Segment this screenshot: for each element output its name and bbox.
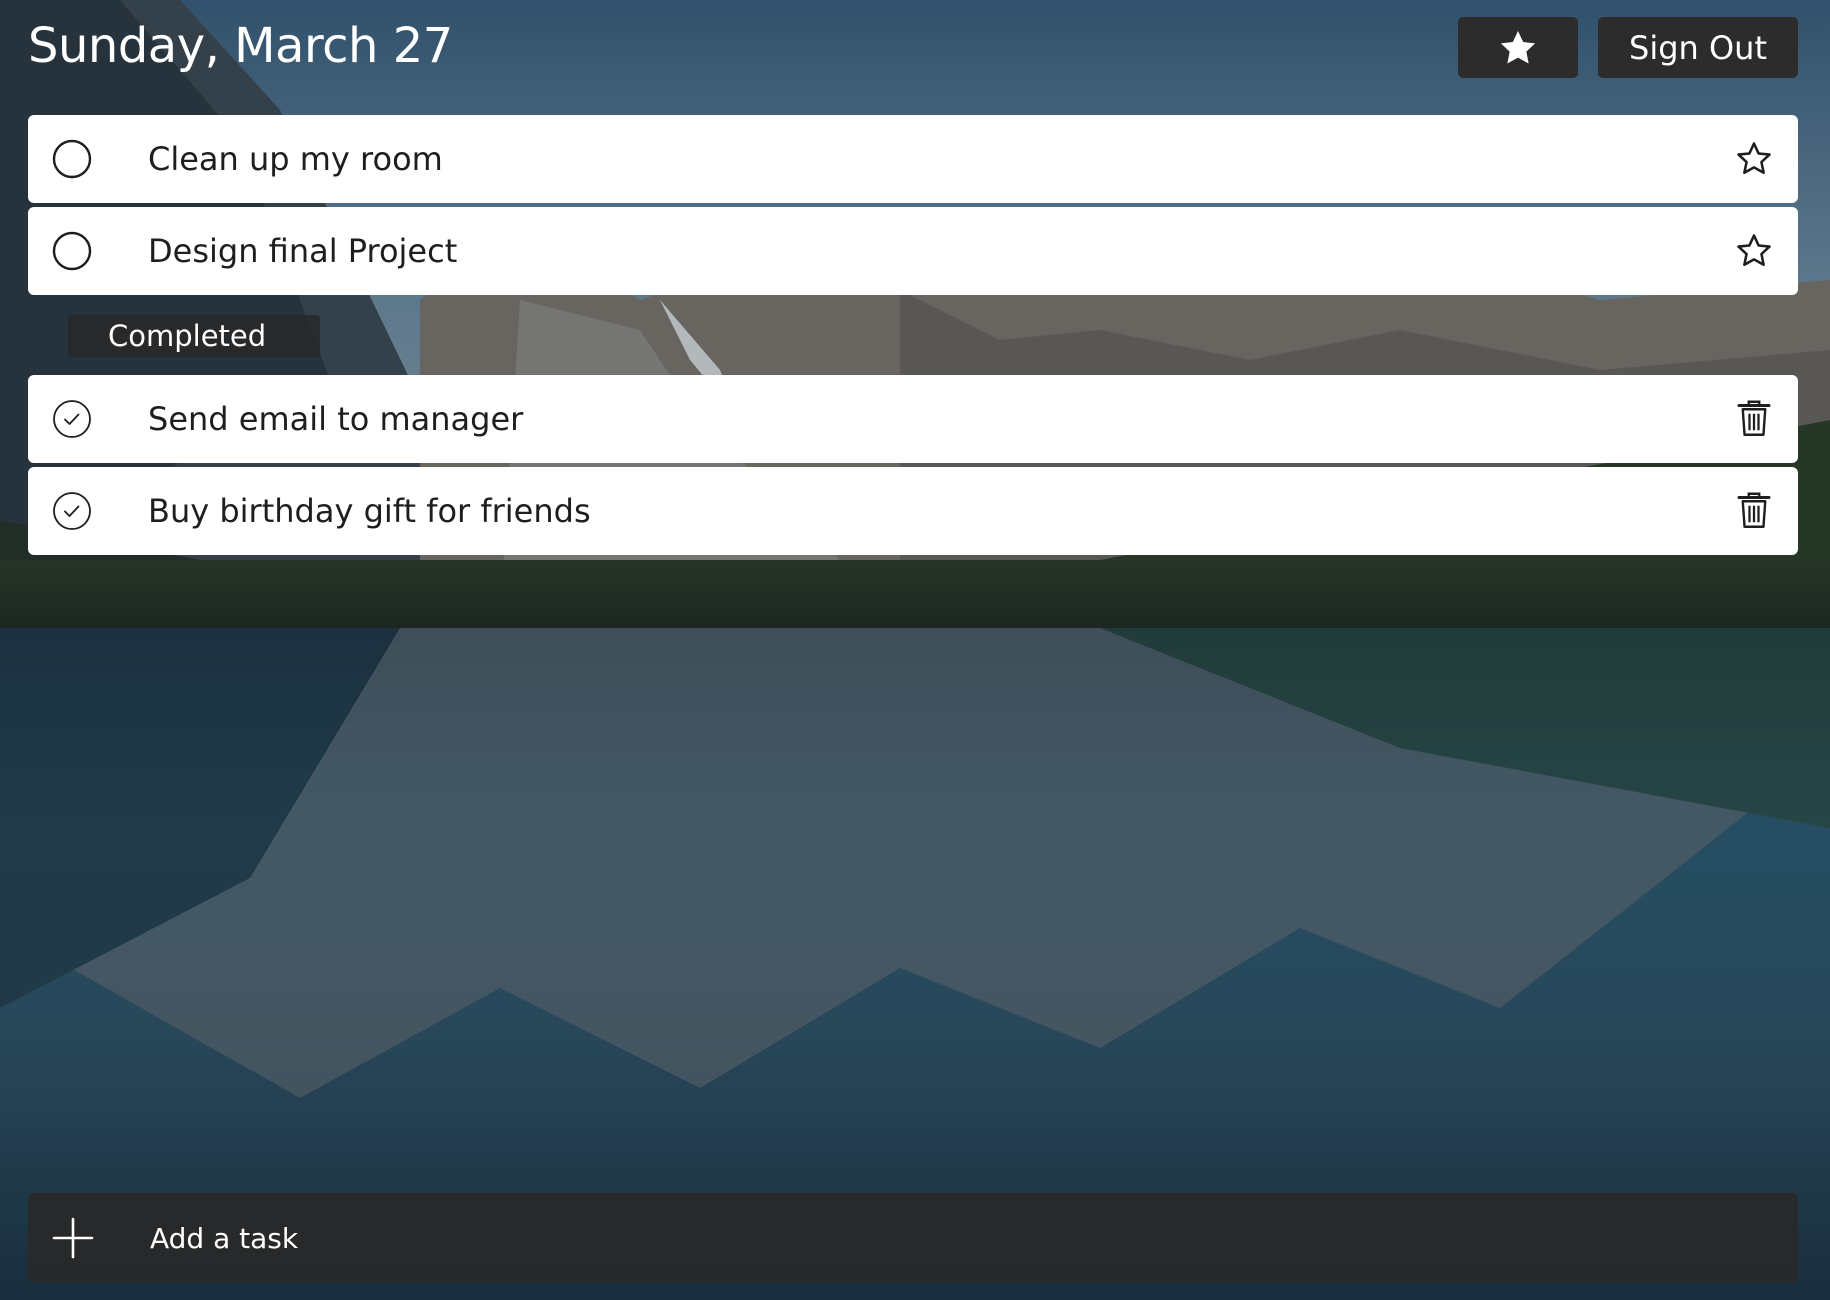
delete-button[interactable] — [1734, 491, 1774, 531]
task-row[interactable]: Design final Project — [28, 207, 1798, 295]
task-row-completed[interactable]: Send email to manager — [28, 375, 1798, 463]
completed-checkbox[interactable] — [52, 491, 92, 531]
add-task-input[interactable] — [148, 1193, 1352, 1284]
task-title: Design final Project — [148, 232, 458, 270]
delete-button[interactable] — [1734, 399, 1774, 439]
star-button[interactable] — [1734, 139, 1774, 179]
plus-icon-graphic — [52, 1217, 94, 1259]
task-row[interactable]: Clean up my room — [28, 115, 1798, 203]
task-row-completed[interactable]: Buy birthday gift for friends — [28, 467, 1798, 555]
completed-checkbox[interactable] — [52, 399, 92, 439]
star-filled-icon — [1500, 30, 1536, 63]
add-task-bar[interactable] — [28, 1193, 1798, 1284]
empty-circle-icon — [52, 231, 92, 271]
star-outline-icon — [1737, 234, 1771, 267]
task-title: Send email to manager — [148, 400, 524, 438]
star-button[interactable] — [1734, 231, 1774, 271]
task-list: Clean up my room Design final Project Co… — [28, 115, 1798, 559]
completed-section-label[interactable]: Completed — [68, 315, 321, 357]
check-circle-icon — [53, 492, 91, 530]
app-header: Sunday, March 27 Sign Out — [28, 14, 1798, 80]
header-actions: Sign Out — [1458, 17, 1798, 78]
check-circle-icon — [53, 400, 91, 438]
complete-checkbox[interactable] — [52, 231, 92, 271]
task-title: Buy birthday gift for friends — [148, 492, 591, 530]
trash-icon — [1737, 492, 1771, 528]
task-title: Clean up my room — [148, 140, 443, 178]
completed-list: Send email to manager Buy birthday gift … — [28, 375, 1798, 555]
plus-icon[interactable] — [52, 1217, 94, 1259]
sign-out-button[interactable]: Sign Out — [1598, 17, 1798, 78]
empty-circle-icon — [52, 139, 92, 179]
trash-icon — [1737, 400, 1771, 436]
complete-checkbox[interactable] — [52, 139, 92, 179]
star-outline-icon — [1737, 142, 1771, 175]
favorites-button[interactable] — [1458, 17, 1578, 78]
page-title: Sunday, March 27 — [28, 18, 453, 74]
